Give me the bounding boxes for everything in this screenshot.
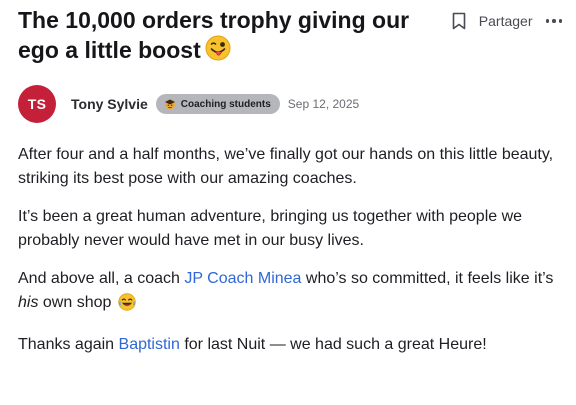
paragraph-3-emphasis: his [18,294,39,311]
winking-tongue-emoji-icon [205,35,231,68]
laughing-emoji-icon [118,293,136,319]
mention-link-baptistin[interactable]: Baptistin [119,336,180,353]
paragraph-4-text-a: Thanks again [18,336,119,353]
paragraph-2: It’s been a great human adventure, bring… [18,208,523,249]
paragraph-4: Thanks again Baptistin for last Nuit — w… [18,333,566,357]
author-name[interactable]: Tony Sylvie [71,96,148,112]
paragraph-4-text-b: for last Nuit — we had such a great Heur… [179,336,487,353]
badge-label: Coaching students [180,98,271,110]
teacher-icon [164,98,176,110]
paragraph-3-text-c: own shop [38,294,112,311]
more-icon[interactable] [545,11,562,31]
paragraph-1: After four and a half months, we’ve fina… [18,146,554,187]
author-row: TS Tony Sylvie Coaching students Sep 12,… [18,85,359,123]
bookmark-icon[interactable] [449,11,469,31]
paragraph-3: And above all, a coach JP Coach Minea wh… [18,267,566,319]
avatar[interactable]: TS [18,85,56,123]
author-badge: Coaching students [155,94,280,114]
paragraph-3-text-b: who’s so committed, it feels like it’s [301,270,554,287]
paragraph-3-text-a: And above all, a coach [18,270,185,287]
share-button[interactable]: Partager [479,13,533,29]
mention-link-jp-coach-minea[interactable]: JP Coach Minea [184,270,301,287]
post-title: The 10,000 orders trophy giving our ego … [18,5,438,68]
post-body: After four and a half months, we’ve fina… [18,143,566,371]
post-actions: Partager [449,11,562,31]
post-date: Sep 12, 2025 [287,97,360,111]
post-container: The 10,000 orders trophy giving our ego … [0,0,576,405]
